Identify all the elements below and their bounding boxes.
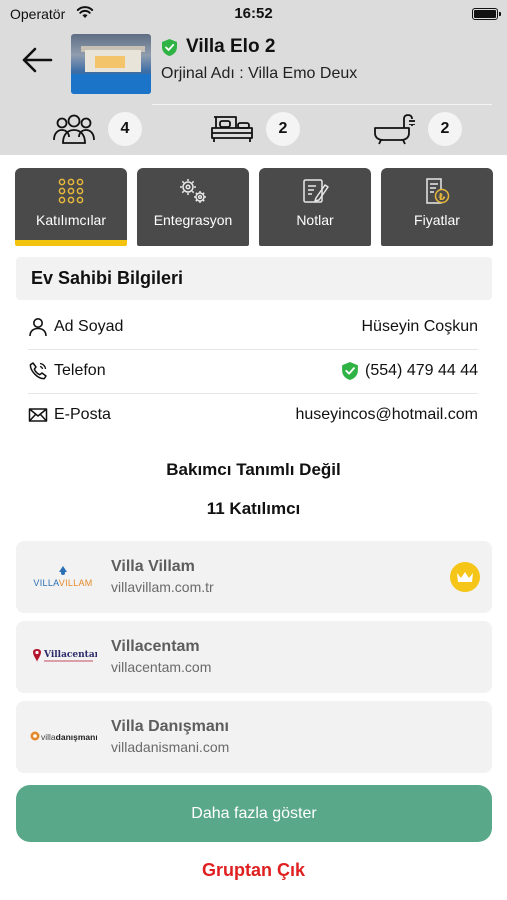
svg-text:₺: ₺ [439,192,446,203]
person-icon [29,318,47,337]
bed-icon [211,116,253,142]
bathroom-count-stat: 2 [372,109,462,149]
tab-label: Fiyatlar [414,212,460,228]
owner-email-row[interactable]: E-Posta huseyincos@hotmail.com [28,395,478,435]
tab-label: Katılımcılar [35,212,106,228]
price-list-icon: ₺ [426,178,450,204]
mail-icon [28,408,48,422]
tab-label: Notlar [296,212,334,228]
participant-domain: villadanismani.com [111,739,230,755]
back-button[interactable] [18,43,56,77]
owner-name-label: Ad Soyad [54,318,124,335]
tab-integration[interactable]: Entegrasyon [137,168,249,246]
divider [28,393,478,394]
people-icon [53,114,95,144]
clock: 16:52 [234,5,273,22]
status-bar: Operatör 16:52 [0,0,507,30]
participant-card[interactable]: Villacentam Villacentam villacentam.com [16,621,492,693]
verified-shield-icon [342,362,358,380]
participant-card[interactable]: VILLAVILLAM Villa Villam villavillam.com… [16,541,492,613]
grid-icon [58,178,84,204]
owner-name-row: Ad Soyad Hüseyin Coşkun [28,307,478,347]
header-bar: Operatör 16:52 Villa Elo 2 Orjinal Adı :… [0,0,507,155]
bathtub-icon [374,114,415,145]
guest-count-stat: 4 [52,109,142,149]
owner-phone-value: (554) 479 44 44 [365,362,478,379]
phone-icon [29,362,47,380]
tab-notes[interactable]: Notlar [259,168,371,246]
villa-title: Villa Elo 2 [186,36,276,57]
notes-icon [303,179,329,203]
svg-text:VILLAVILLAM: VILLAVILLAM [33,578,92,588]
original-name: Orjinal Adı : Villa Emo Deux [161,65,358,82]
leave-group-button[interactable]: Gruptan Çık [0,860,507,881]
villacentam-logo: Villacentam [28,641,98,673]
owner-email-label: E-Posta [54,406,111,423]
tab-prices[interactable]: ₺ Fiyatlar [381,168,493,246]
arrow-left-icon [22,47,53,73]
crown-icon [450,562,480,592]
participant-name: Villacentam [111,638,200,655]
svg-text:villadanışmanı: villadanışmanı [41,732,97,742]
participants-count: 11 Katılımcı [206,499,301,518]
divider [28,349,478,350]
owner-name-value: Hüseyin Coşkun [361,318,479,335]
guest-count: 4 [108,112,142,146]
bedroom-count: 2 [266,112,300,146]
participant-card[interactable]: villadanışmanı Villa Danışmanı villadani… [16,701,492,773]
participant-name: Villa Villam [111,558,195,575]
participant-domain: villavillam.com.tr [111,579,214,595]
participant-domain: villacentam.com [111,659,212,675]
verified-shield-icon [162,38,177,56]
tab-label: Entegrasyon [153,212,233,228]
owner-section-title: Ev Sahibi Bilgileri [16,257,492,300]
caretaker-status: Bakımcı Tanımlı Değil [166,460,341,479]
owner-phone-row[interactable]: Telefon (554) 479 44 44 [28,351,478,391]
show-more-button[interactable]: Daha fazla göster [16,785,492,842]
battery-icon [472,8,501,20]
villadanismani-logo: villadanışmanı [28,721,98,753]
owner-phone-label: Telefon [54,362,106,379]
participant-name: Villa Danışmanı [111,718,229,735]
villavillam-logo: VILLAVILLAM [28,561,98,593]
header-divider [152,104,492,105]
bathroom-count: 2 [428,112,462,146]
bedroom-count-stat: 2 [210,109,300,149]
tab-participants[interactable]: Katılımcılar [15,168,127,246]
svg-text:Villacentam: Villacentam [43,650,97,660]
villa-photo [71,34,151,94]
gears-icon [180,179,206,203]
owner-email-value: huseyincos@hotmail.com [295,406,478,423]
